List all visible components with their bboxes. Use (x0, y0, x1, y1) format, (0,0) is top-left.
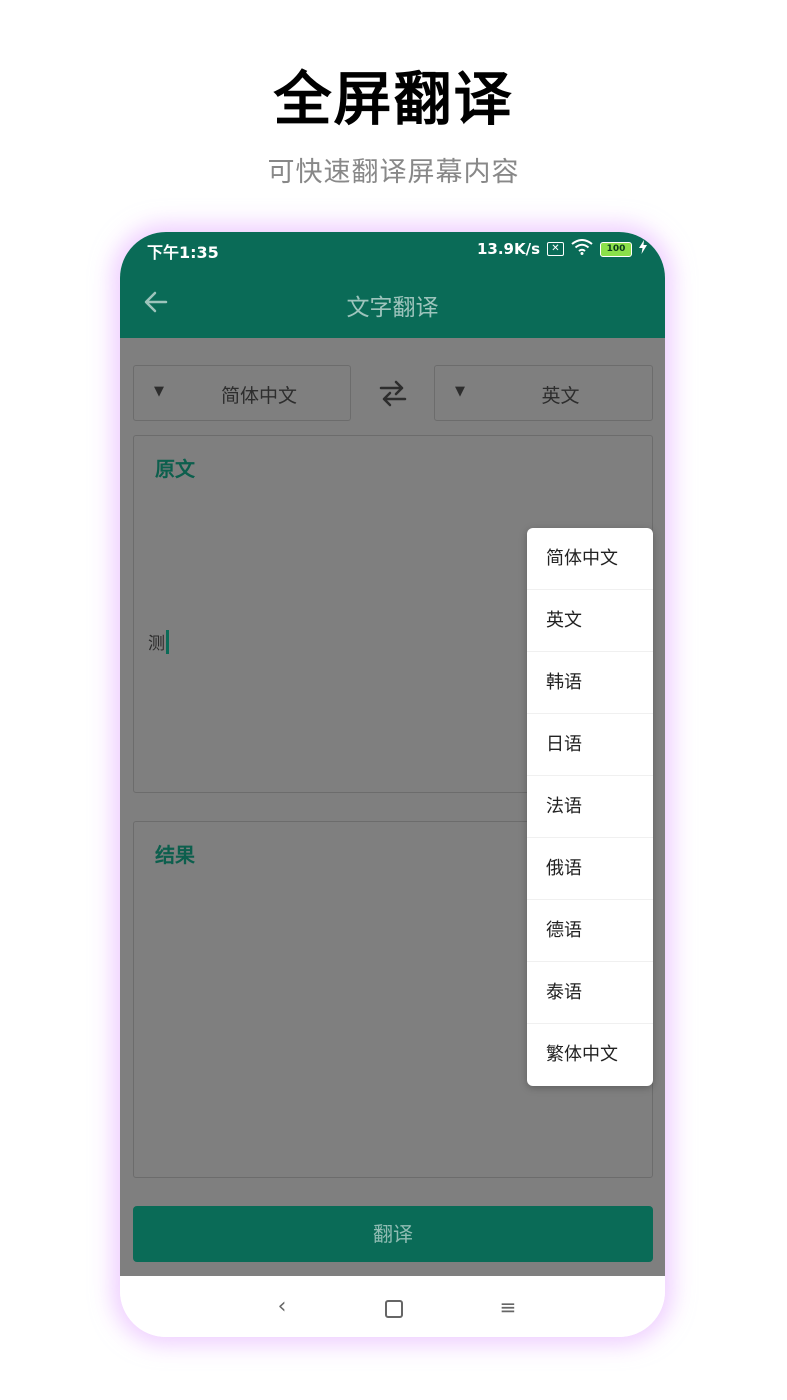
translate-button[interactable]: 翻译 (133, 1206, 653, 1262)
target-language-select[interactable]: ▼ 英文 (434, 365, 653, 421)
phone-frame: 下午1:35 13.9K/s ✕ 100 文字翻译 ▼ 简体中文 ▼ 英文 原文… (120, 232, 665, 1337)
nav-back-button[interactable]: ‹ (268, 1294, 296, 1322)
caret-down-icon: ▼ (154, 384, 164, 399)
dropdown-item-korean[interactable]: 韩语 (527, 652, 653, 714)
nav-recents-button[interactable]: ≡ (494, 1294, 522, 1322)
promo-subtitle: 可快速翻译屏幕内容 (267, 157, 520, 188)
dropdown-item-english[interactable]: 英文 (527, 590, 653, 652)
source-language-label: 简体中文 (220, 385, 297, 407)
charging-bolt-icon (639, 240, 647, 258)
dropdown-item-german[interactable]: 德语 (527, 900, 653, 962)
swap-arrows-icon (379, 380, 407, 407)
status-time: 下午1:35 (147, 243, 219, 262)
promo-title: 全屏翻译 (273, 65, 514, 133)
nav-home-button[interactable] (380, 1294, 408, 1322)
wifi-icon (571, 239, 593, 259)
dropdown-item-traditional-chinese[interactable]: 繁体中文 (527, 1024, 653, 1086)
status-bar: 下午1:35 13.9K/s ✕ 100 (120, 232, 665, 268)
caret-down-icon: ▼ (455, 384, 465, 399)
app-screen: 下午1:35 13.9K/s ✕ 100 文字翻译 ▼ 简体中文 ▼ 英文 原文… (120, 232, 665, 1337)
swap-languages-button[interactable] (378, 378, 408, 408)
dropdown-item-thai[interactable]: 泰语 (527, 962, 653, 1024)
language-dropdown-menu: 简体中文 英文 韩语 日语 法语 俄语 德语 泰语 繁体中文 (527, 528, 653, 1086)
battery-icon: 100 (600, 241, 632, 257)
home-square-icon (385, 1300, 403, 1318)
app-bar: 文字翻译 (120, 268, 665, 338)
dropdown-item-french[interactable]: 法语 (527, 776, 653, 838)
sim-off-icon: ✕ (547, 242, 564, 256)
result-label: 结果 (155, 843, 195, 867)
main-content: ▼ 简体中文 ▼ 英文 原文 测 结果 翻译 简体中文 英文 韩语 日语 法语 … (120, 338, 665, 1276)
app-title: 文字翻译 (346, 295, 439, 321)
network-speed: 13.9K/s (476, 240, 540, 258)
source-text-input[interactable]: 测 (148, 629, 169, 654)
dropdown-item-russian[interactable]: 俄语 (527, 838, 653, 900)
source-text-value: 测 (148, 634, 165, 654)
text-cursor (166, 629, 169, 654)
source-language-select[interactable]: ▼ 简体中文 (133, 365, 351, 421)
dropdown-item-japanese[interactable]: 日语 (527, 714, 653, 776)
status-icons: 13.9K/s ✕ 100 (477, 239, 647, 259)
target-language-label: 英文 (541, 385, 580, 407)
dropdown-item-simplified-chinese[interactable]: 简体中文 (527, 528, 653, 590)
source-label: 原文 (155, 457, 195, 481)
system-nav-bar: ‹ ≡ (120, 1276, 665, 1337)
